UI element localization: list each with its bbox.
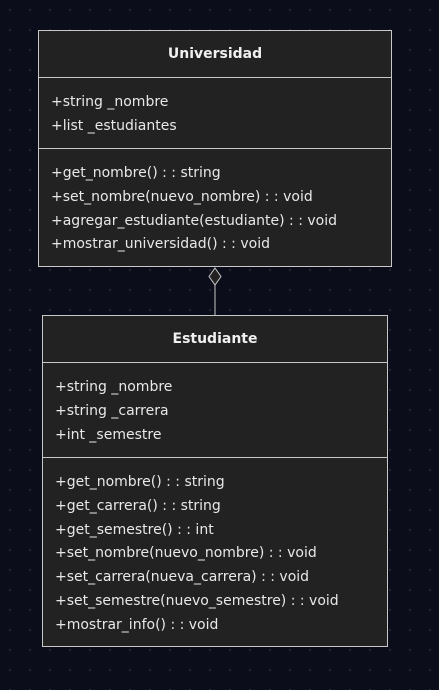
method: +set_nombre(nuevo_nombre) : : void — [55, 545, 317, 562]
attributes-section: +string _nombre +string _carrera +int _s… — [43, 363, 387, 458]
class-universidad[interactable]: Universidad +string _nombre +list _estud… — [38, 30, 392, 267]
method: +set_semestre(nuevo_semestre) : : void — [55, 592, 339, 609]
method: +mostrar_info() : : void — [55, 616, 219, 633]
attribute: +string _nombre — [51, 94, 169, 110]
attribute: +list _estudiantes — [51, 117, 177, 134]
method: +mostrar_universidad() : : void — [51, 236, 270, 253]
method: +set_carrera(nueva_carrera) : : void — [55, 569, 310, 586]
method: +agregar_estudiante(estudiante) : : void — [51, 212, 338, 229]
class-estudiante[interactable]: Estudiante +string _nombre +string _carr… — [42, 315, 388, 647]
attribute: +string _nombre — [55, 379, 173, 395]
aggregation-diamond — [208, 267, 222, 286]
class-name: Estudiante — [43, 316, 387, 363]
methods-section: +get_nombre() : : string +set_nombre(nue… — [39, 149, 391, 257]
method: +get_carrera() : : string — [55, 497, 221, 514]
method: +get_nombre() : : string — [55, 474, 225, 490]
attribute: +int _semestre — [55, 426, 162, 443]
class-name: Universidad — [39, 31, 391, 78]
method: +set_nombre(nuevo_nombre) : : void — [51, 188, 313, 205]
methods-section: +get_nombre() : : string +get_carrera() … — [43, 458, 387, 638]
method: +get_nombre() : : string — [51, 165, 221, 181]
method: +get_semestre() : : int — [55, 521, 214, 538]
attribute: +string _carrera — [55, 402, 169, 419]
attributes-section: +string _nombre +list _estudiantes — [39, 78, 391, 149]
